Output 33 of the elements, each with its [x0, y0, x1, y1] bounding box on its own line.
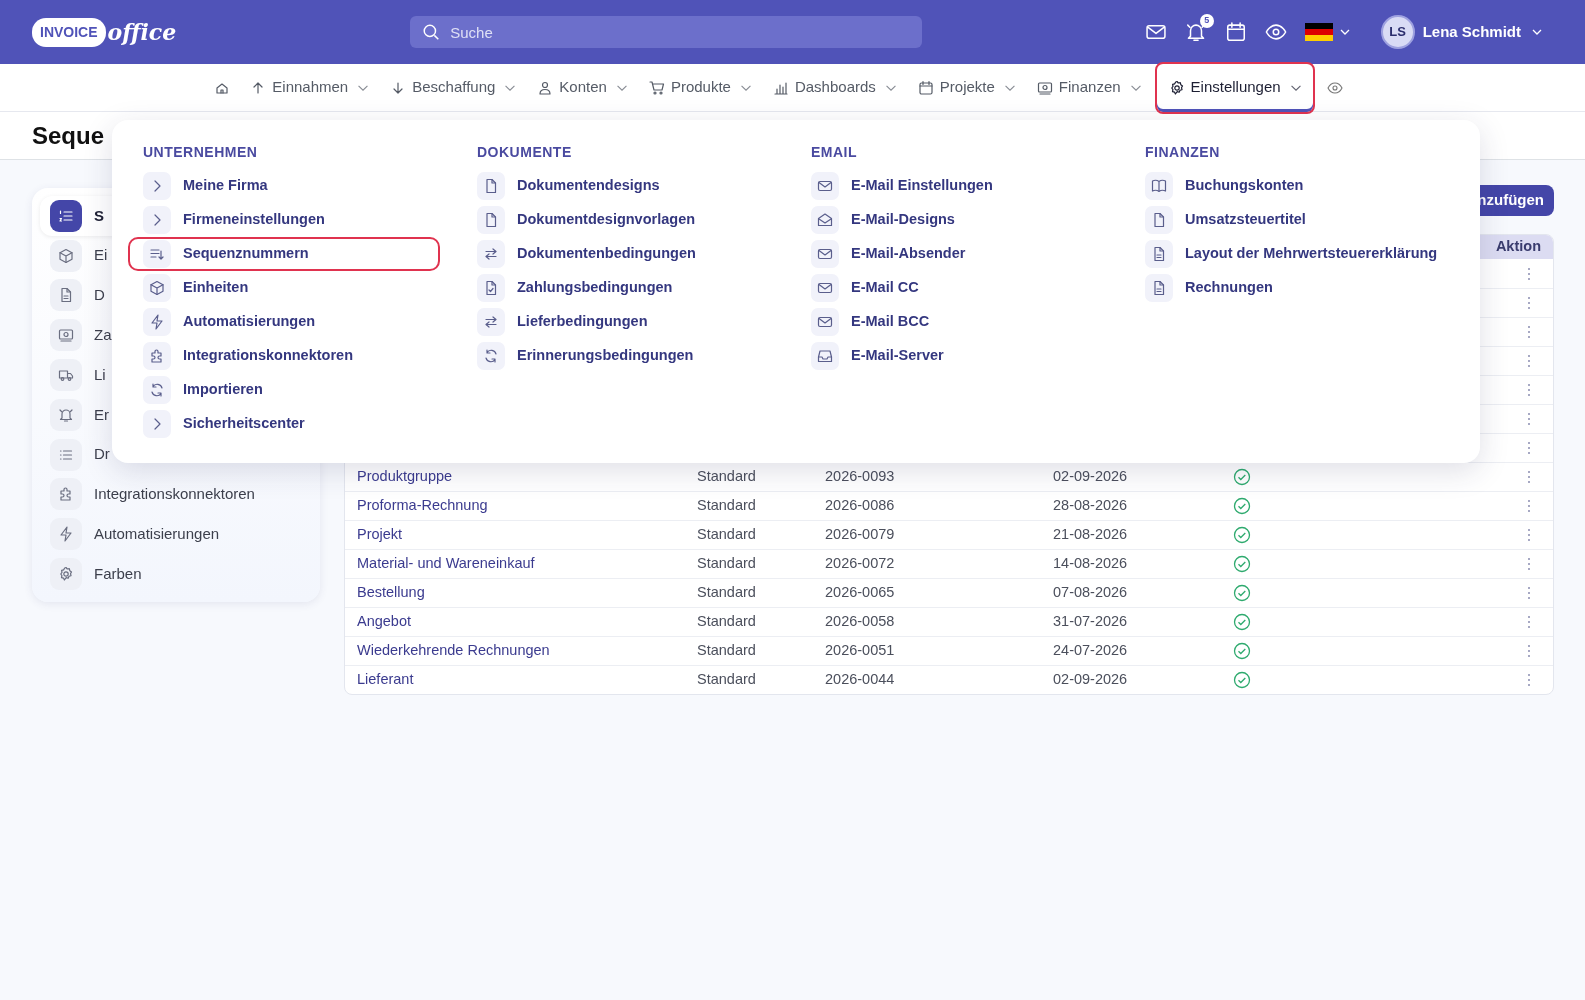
logo-text: office — [107, 17, 177, 47]
table-cell: 31-07-2026 — [1053, 612, 1128, 629]
table-cell: 2026-0058 — [825, 612, 895, 629]
logo-badge: INVOICE — [32, 17, 106, 47]
table-cell: Standard — [697, 525, 756, 542]
table-cell: 2026-0051 — [825, 641, 895, 658]
table-cell: 28-08-2026 — [1053, 496, 1128, 513]
table-cell: 21-08-2026 — [1053, 525, 1128, 542]
table-cell: 02-09-2026 — [1053, 670, 1128, 687]
menu-heading: UNTERNEHMEN — [143, 143, 259, 162]
table-cell: 2026-0044 — [825, 670, 895, 687]
table-cell: 07-08-2026 — [1053, 583, 1128, 600]
table-cell: 2026-0086 — [825, 496, 895, 513]
table-cell: Standard — [697, 641, 756, 658]
table-cell: 2026-0079 — [825, 525, 895, 542]
table-cell: Standard — [697, 612, 756, 629]
table-cell: 02-09-2026 — [1053, 467, 1128, 484]
table-cell: Standard — [697, 583, 756, 600]
table-cell: Standard — [697, 496, 756, 513]
menu-heading: FINANZEN — [1145, 143, 1221, 162]
menu-heading: DOKUMENTE — [477, 143, 573, 162]
column-header: Aktion — [1495, 237, 1541, 257]
notification-badge: 5 — [1199, 14, 1214, 28]
table-cell: Standard — [697, 554, 756, 571]
menu-heading: EMAIL — [811, 143, 859, 162]
table-cell: Standard — [697, 670, 756, 687]
table-cell: 2026-0093 — [825, 467, 895, 484]
table-cell: 14-08-2026 — [1053, 554, 1128, 571]
table-cell: 2026-0072 — [825, 554, 895, 571]
table-cell: 24-07-2026 — [1053, 641, 1128, 658]
table-cell: 2026-0065 — [825, 583, 895, 600]
page-title: Seque — [32, 120, 105, 151]
table-cell: Standard — [697, 467, 756, 484]
